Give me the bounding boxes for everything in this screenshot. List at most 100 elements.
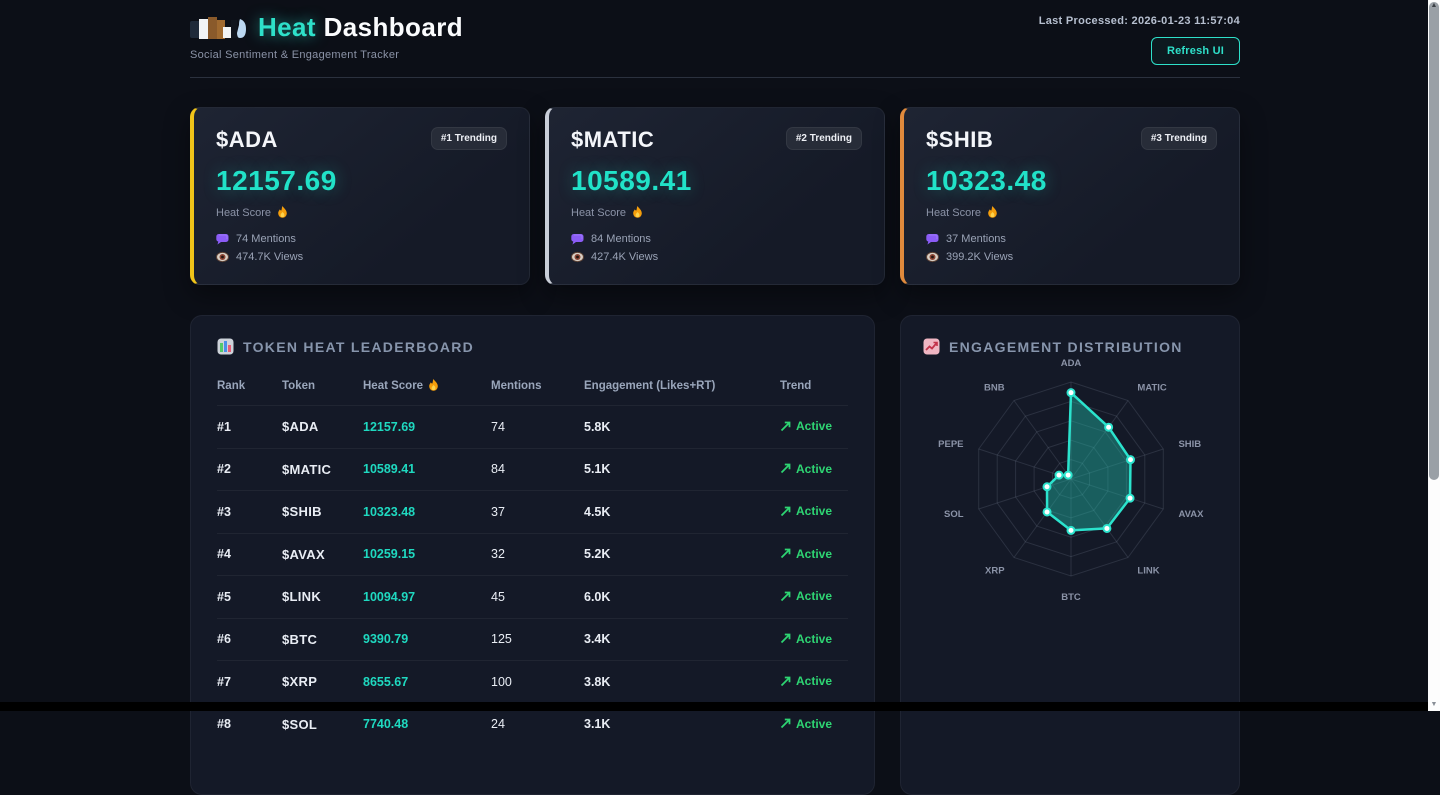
eye-icon <box>926 251 939 263</box>
scrollbar-down-arrow[interactable]: ▼ <box>1428 700 1440 710</box>
heat-score-caption: Heat Score <box>216 207 271 219</box>
rank-cell: #3 <box>217 491 282 534</box>
table-row: #6 $BTC 9390.79 125 3.4K Active <box>217 618 848 661</box>
trend-status: Active <box>780 462 832 476</box>
radar-axis-label: LINK <box>1137 565 1159 576</box>
last-processed-timestamp: Last Processed: 2026-01-23 11:57:04 <box>1039 15 1240 27</box>
engagement-cell: 4.5K <box>584 491 780 534</box>
trend-cell-wrap: Active <box>780 406 848 449</box>
heat-score-cell: 8655.67 <box>363 661 491 704</box>
token-cell: $MATIC <box>282 448 363 491</box>
heat-score-label: Heat Score <box>216 206 507 219</box>
token-card: $SHIB #3 Trending 10323.48 Heat Score 37… <box>900 107 1240 285</box>
heat-score-value: 10589.41 <box>571 165 862 197</box>
heat-score-cell: 10323.48 <box>363 491 491 534</box>
rank-cell: #4 <box>217 533 282 576</box>
trend-up-icon <box>780 463 791 474</box>
engagement-cell: 6.0K <box>584 576 780 619</box>
scrollbar-up-arrow[interactable]: ▲ <box>1428 1 1440 11</box>
page-title: Heat Dashboard <box>258 12 463 43</box>
radar-axis-label: BTC <box>1061 592 1081 603</box>
speech-bubble-icon <box>926 233 939 245</box>
vertical-scrollbar[interactable]: ▲ ▼ <box>1428 0 1440 711</box>
table-row: #7 $XRP 8655.67 100 3.8K Active <box>217 661 848 704</box>
token-cell: $LINK <box>282 576 363 619</box>
radar-axis-label: BNB <box>984 383 1005 394</box>
bar-chart-icon <box>217 338 234 355</box>
radar-axis-label: SHIB <box>1178 439 1201 450</box>
card-stats: 37 Mentions 399.2K Views <box>926 232 1217 264</box>
trend-status: Active <box>780 632 832 646</box>
radar-chart: ADAMATICSHIBAVAXLINKBTCXRPSOLPEPEBNB <box>923 359 1217 664</box>
trend-text: Active <box>796 462 832 476</box>
trend-text: Active <box>796 504 832 518</box>
scrollbar-thumb[interactable] <box>1429 2 1439 480</box>
column-header: Token <box>282 369 363 406</box>
radar-chart-svg: ADAMATICSHIBAVAXLINKBTCXRPSOLPEPEBNB <box>923 359 1219 659</box>
mentions-text: 37 Mentions <box>946 232 1006 246</box>
token-name: $MATIC <box>571 127 654 153</box>
trend-status: Active <box>780 547 832 561</box>
speech-bubble-icon <box>571 233 584 245</box>
heat-score-cell: 10259.15 <box>363 533 491 576</box>
trending-badge: #1 Trending <box>431 127 507 150</box>
trend-text: Active <box>796 547 832 561</box>
table-row: #2 $MATIC 10589.41 84 5.1K Active <box>217 448 848 491</box>
leaderboard-title: TOKEN HEAT LEADERBOARD <box>217 338 848 355</box>
mentions-text: 74 Mentions <box>236 232 296 246</box>
column-header: Heat Score <box>363 369 491 406</box>
views-stat: 474.7K Views <box>216 250 507 264</box>
trend-text: Active <box>796 717 832 731</box>
views-stat: 399.2K Views <box>926 250 1217 264</box>
trend-status: Active <box>780 504 832 518</box>
table-row: #1 $ADA 12157.69 74 5.8K Active <box>217 406 848 449</box>
mentions-cell: 37 <box>491 491 584 534</box>
trend-status: Active <box>780 419 832 433</box>
trend-up-icon <box>780 718 791 729</box>
trend-status: Active <box>780 717 832 731</box>
rank-cell: #2 <box>217 448 282 491</box>
heat-score-value: 10323.48 <box>926 165 1217 197</box>
rank-cell: #5 <box>217 576 282 619</box>
column-header: Engagement (Likes+RT) <box>584 369 780 406</box>
rank-cell: #7 <box>217 661 282 704</box>
token-card: $MATIC #2 Trending 10589.41 Heat Score 8… <box>545 107 885 285</box>
title-rest: Dashboard <box>316 12 463 42</box>
bottom-black-bar <box>0 702 1428 711</box>
trend-up-icon <box>780 591 791 602</box>
engagement-cell: 5.8K <box>584 406 780 449</box>
rank-cell: #1 <box>217 406 282 449</box>
trend-cell-wrap: Active <box>780 491 848 534</box>
views-text: 474.7K Views <box>236 250 303 264</box>
token-cell: $AVAX <box>282 533 363 576</box>
card-stats: 84 Mentions 427.4K Views <box>571 232 862 264</box>
page-header: Heat Dashboard Social Sentiment & Engage… <box>190 0 1240 78</box>
trend-text: Active <box>796 632 832 646</box>
trend-up-icon <box>780 506 791 517</box>
mentions-cell: 100 <box>491 661 584 704</box>
trend-text: Active <box>796 419 832 433</box>
page-subtitle: Social Sentiment & Engagement Tracker <box>190 49 399 61</box>
title-accent: Heat <box>258 12 316 42</box>
refresh-ui-button[interactable]: Refresh UI <box>1151 37 1240 65</box>
token-card: $ADA #1 Trending 12157.69 Heat Score 74 … <box>190 107 530 285</box>
trend-text: Active <box>796 589 832 603</box>
engagement-cell: 3.4K <box>584 618 780 661</box>
heat-score-caption: Heat Score <box>571 207 626 219</box>
table-header-row: RankTokenHeat Score MentionsEngagement (… <box>217 369 848 406</box>
trend-text: Active <box>796 674 832 688</box>
leaderboard-title-text: TOKEN HEAT LEADERBOARD <box>243 339 474 355</box>
mentions-cell: 74 <box>491 406 584 449</box>
brand: Heat Dashboard <box>190 12 463 43</box>
heat-score-value: 12157.69 <box>216 165 507 197</box>
trend-cell-wrap: Active <box>780 661 848 704</box>
views-stat: 427.4K Views <box>571 250 862 264</box>
mentions-cell: 84 <box>491 448 584 491</box>
trend-up-icon <box>780 676 791 687</box>
token-name: $ADA <box>216 127 278 153</box>
trending-badge: #2 Trending <box>786 127 862 150</box>
heat-score-cell: 10094.97 <box>363 576 491 619</box>
heat-score-caption: Heat Score <box>926 207 981 219</box>
views-text: 427.4K Views <box>591 250 658 264</box>
engagement-cell: 3.8K <box>584 661 780 704</box>
